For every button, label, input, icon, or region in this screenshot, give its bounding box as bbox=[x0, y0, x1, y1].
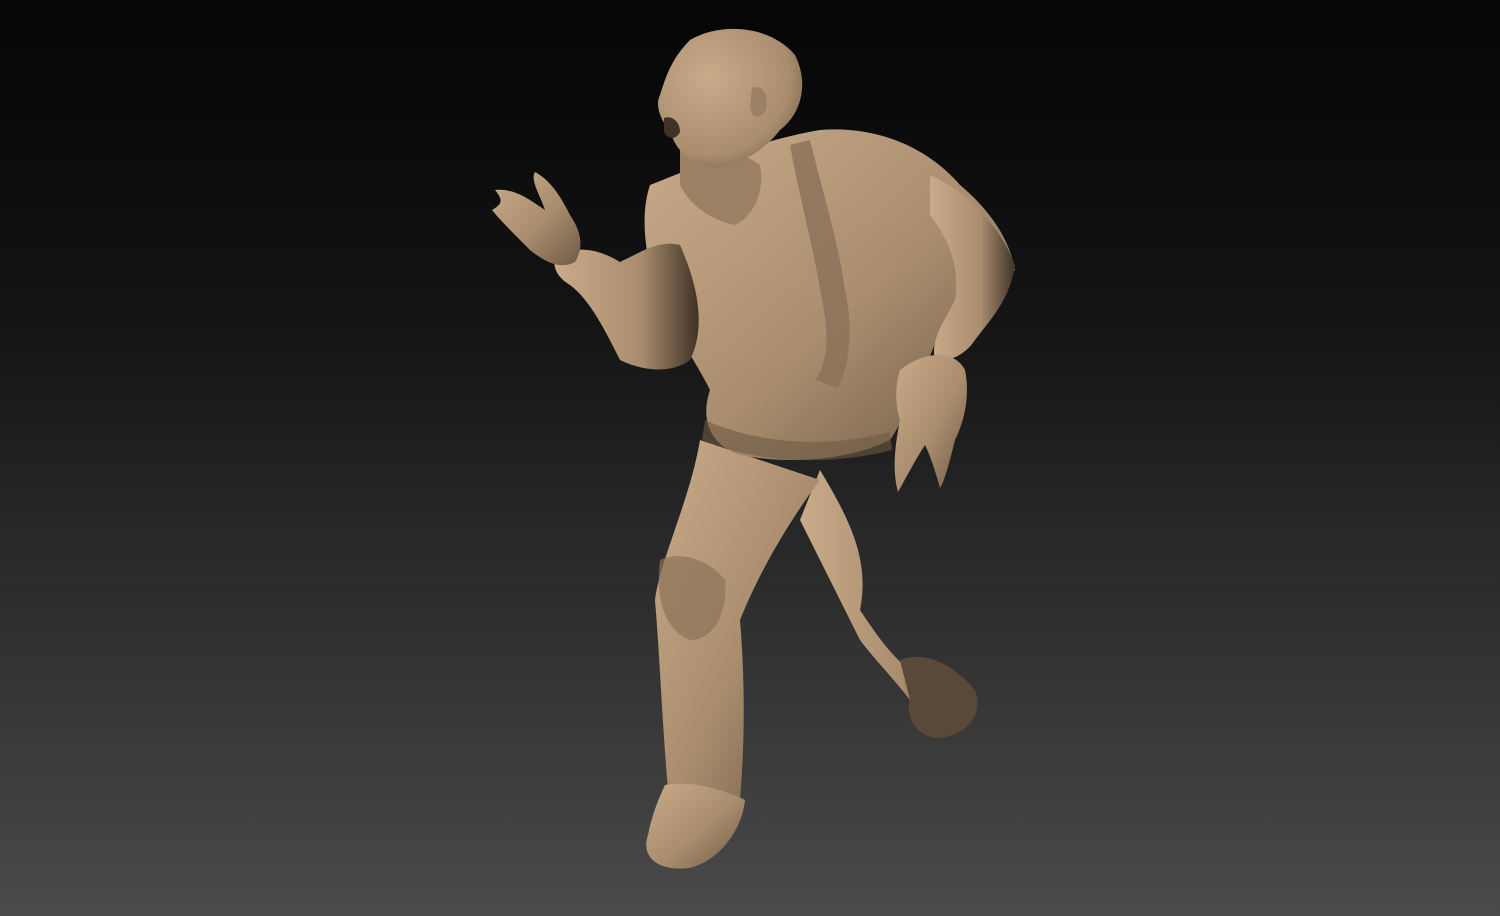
sculpt-viewport bbox=[0, 0, 1500, 916]
render-canvas bbox=[0, 0, 1500, 916]
